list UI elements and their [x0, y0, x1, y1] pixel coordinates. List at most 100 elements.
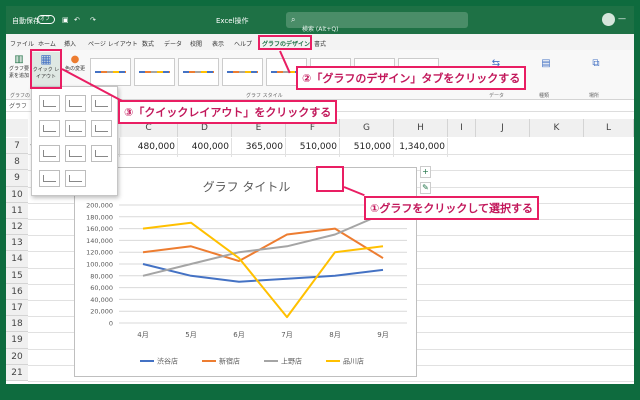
cell[interactable]: 365,000: [232, 138, 286, 157]
autosave-toggle[interactable]: オフ: [37, 15, 55, 24]
row-header[interactable]: 13: [6, 235, 28, 252]
row-header[interactable]: 18: [6, 316, 28, 333]
layout-option-9[interactable]: [91, 145, 112, 162]
change-chart-type-icon[interactable]: ▤: [536, 58, 556, 69]
add-chart-element-button[interactable]: ▥ グラフ要素を追加: [8, 54, 30, 79]
chart-style-1[interactable]: [90, 58, 131, 86]
chart-design-tab-highlight: [258, 35, 312, 50]
cell[interactable]: 510,000: [286, 138, 340, 157]
minimize-icon[interactable]: —: [618, 14, 626, 23]
tab-insert[interactable]: 挿入: [64, 39, 76, 48]
move-chart-icon[interactable]: ⧉: [586, 58, 606, 69]
tab-formulas[interactable]: 数式: [142, 39, 154, 48]
row-header[interactable]: 17: [6, 300, 28, 317]
title-bar: 自動保存 オフ ▣ ↶ ↷ Excel操作 ⌕ 検索 (Alt+Q) —: [6, 6, 634, 34]
callout-step-3: ③「クイックレイアウト」をクリックする: [118, 100, 338, 124]
x-tick-label: 4月: [137, 331, 148, 339]
tab-review[interactable]: 校閲: [190, 39, 202, 48]
layout-option-4[interactable]: [39, 120, 60, 137]
tab-view[interactable]: 表示: [212, 39, 224, 48]
bottom-frame: [0, 384, 640, 400]
column-header[interactable]: I: [448, 119, 476, 137]
tab-file[interactable]: ファイル: [10, 39, 34, 48]
chart-click-highlight: [316, 166, 344, 192]
group-data-label: データ: [489, 93, 505, 99]
group-type-label: 種類: [539, 93, 550, 99]
x-tick-label: 6月: [233, 331, 244, 339]
cell[interactable]: 400,000: [178, 138, 232, 157]
quick-layout-highlight: [30, 49, 62, 89]
chart-elements-plus-icon[interactable]: +: [420, 166, 431, 178]
row-header[interactable]: 19: [6, 332, 28, 349]
row-header[interactable]: 21: [6, 364, 28, 381]
excel-window: 自動保存 オフ ▣ ↶ ↷ Excel操作 ⌕ 検索 (Alt+Q) — ファイ…: [6, 6, 634, 384]
add-chart-element-icon: ▥: [14, 54, 24, 65]
row-header[interactable]: 8: [6, 154, 28, 171]
name-box[interactable]: グラフ: [9, 101, 27, 110]
layout-option-8[interactable]: [65, 145, 86, 162]
row-header[interactable]: 10: [6, 186, 28, 203]
chart-style-3[interactable]: [178, 58, 219, 86]
tab-format[interactable]: 書式: [314, 39, 326, 48]
row-header[interactable]: 16: [6, 283, 28, 300]
layout-option-10[interactable]: [39, 170, 60, 187]
column-header[interactable]: G: [340, 119, 394, 137]
ribbon-tabs: ファイル ホーム 挿入 ページ レイアウト 数式 データ 校閲 表示 ヘルプ グ…: [6, 34, 634, 50]
file-name: Excel操作: [216, 17, 249, 25]
avatar[interactable]: [602, 13, 615, 26]
grid-line: [28, 381, 634, 382]
search-input[interactable]: ⌕ 検索 (Alt+Q): [286, 12, 468, 33]
layout-option-7[interactable]: [39, 145, 60, 162]
x-tick-label: 5月: [185, 331, 196, 339]
y-tick-label: 20,000: [90, 308, 113, 316]
row-header[interactable]: 15: [6, 267, 28, 284]
column-header[interactable]: K: [530, 119, 584, 137]
layout-option-5[interactable]: [65, 120, 86, 137]
y-tick-label: 60,000: [90, 284, 113, 292]
row-header[interactable]: 7: [6, 138, 28, 155]
column-header[interactable]: H: [394, 119, 448, 137]
column-header[interactable]: L: [584, 119, 634, 137]
save-icon[interactable]: ▣: [62, 16, 69, 24]
autosave-label: 自動保存: [12, 17, 40, 25]
row-header[interactable]: 11: [6, 202, 28, 219]
layout-option-11[interactable]: [65, 170, 86, 187]
row-header[interactable]: 9: [6, 170, 28, 187]
legend-label: 上野店: [281, 357, 302, 366]
column-header[interactable]: J: [476, 119, 530, 137]
select-all-corner[interactable]: [6, 119, 28, 137]
y-tick-label: 180,000: [86, 213, 113, 221]
chart-style-2[interactable]: [134, 58, 175, 86]
undo-icon[interactable]: ↶: [74, 16, 80, 24]
row-header[interactable]: 14: [6, 251, 28, 268]
quick-layout-dropdown: [31, 86, 118, 196]
redo-icon[interactable]: ↷: [90, 16, 96, 24]
cell[interactable]: 480,000: [120, 138, 178, 157]
y-tick-label: 140,000: [86, 237, 113, 245]
legend-label: 渋谷店: [157, 357, 178, 366]
series-line: [142, 227, 384, 263]
change-colors-button[interactable]: ● 色の変更: [64, 54, 86, 72]
layout-option-2[interactable]: [65, 95, 86, 112]
layout-option-6[interactable]: [91, 120, 112, 137]
legend-label: 新宿店: [219, 357, 240, 366]
layout-option-1[interactable]: [39, 95, 60, 112]
palette-icon: ●: [70, 54, 80, 65]
chart-styles-brush-icon[interactable]: ✎: [420, 182, 431, 194]
y-tick-label: 120,000: [86, 249, 113, 257]
cell[interactable]: 510,000: [340, 138, 394, 157]
x-tick-label: 7月: [281, 331, 292, 339]
chart-style-4[interactable]: [222, 58, 263, 86]
x-tick-label: 8月: [329, 331, 340, 339]
cell[interactable]: 1,340,000: [394, 138, 448, 157]
row-header[interactable]: 12: [6, 219, 28, 236]
y-tick-label: 200,000: [86, 202, 113, 210]
y-tick-label: 100,000: [86, 261, 113, 269]
tab-help[interactable]: ヘルプ: [234, 39, 252, 48]
tab-data[interactable]: データ: [164, 39, 182, 48]
tab-page-layout[interactable]: ページ レイアウト: [88, 39, 138, 48]
layout-option-3[interactable]: [91, 95, 112, 112]
row-header[interactable]: 20: [6, 348, 28, 365]
callout-step-1: ①グラフをクリックして選択する: [364, 196, 539, 220]
tab-home[interactable]: ホーム: [38, 39, 56, 48]
